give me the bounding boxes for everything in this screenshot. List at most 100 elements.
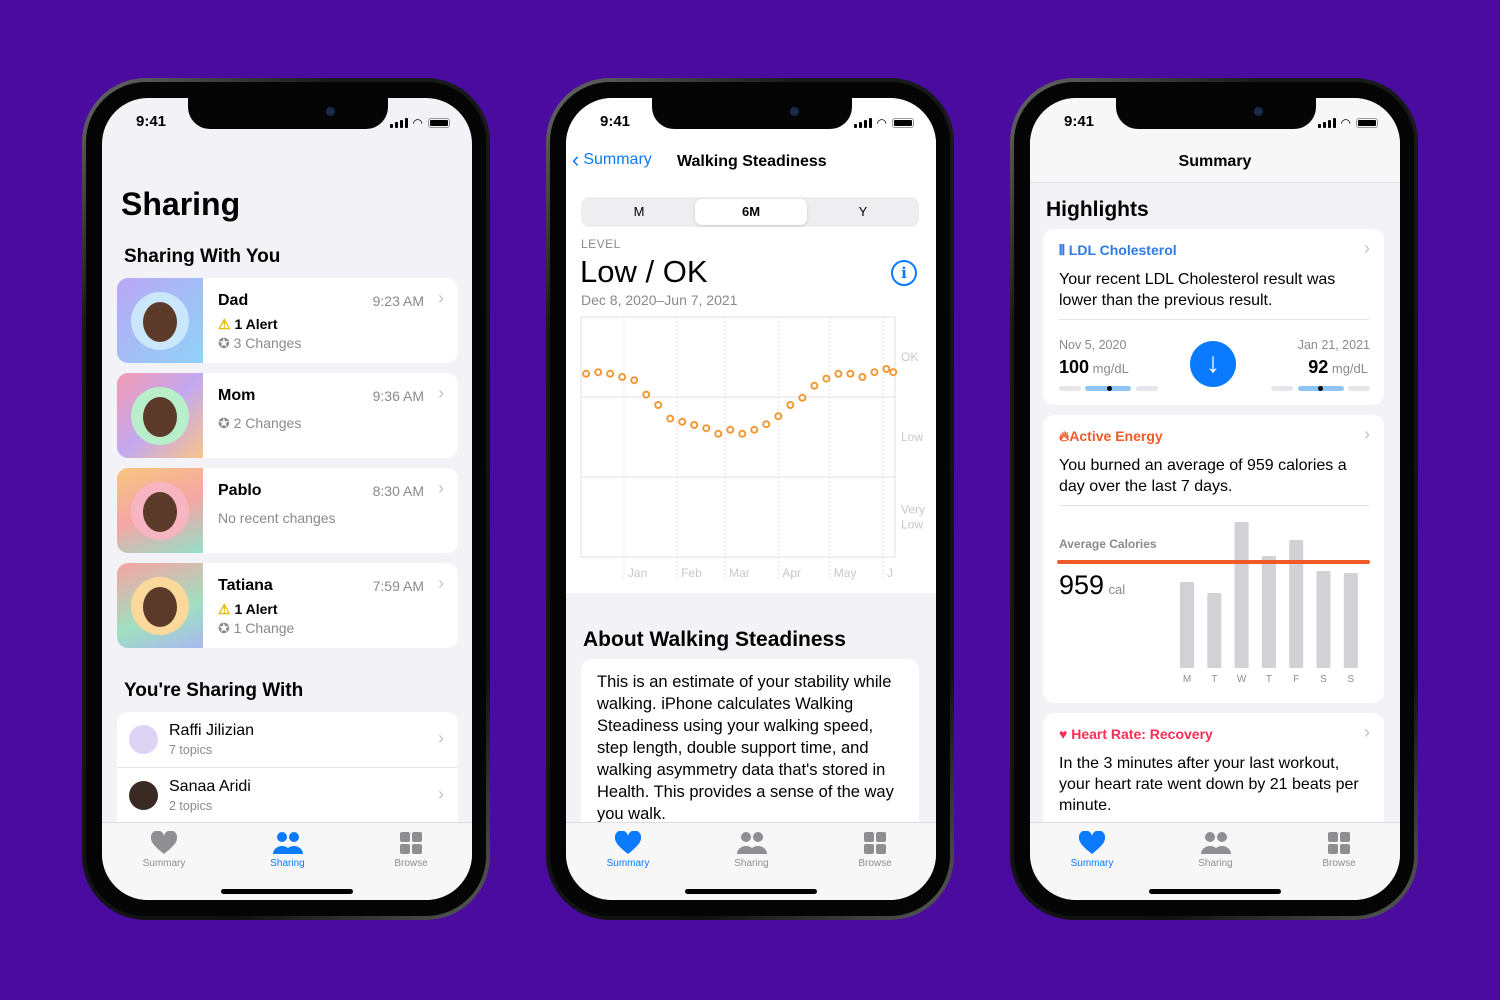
chevron-right-icon: › <box>1364 424 1370 444</box>
page-title: Sharing <box>121 186 241 222</box>
avatar-panel <box>117 563 203 648</box>
data-point <box>846 369 855 378</box>
day-label: M <box>1183 674 1191 685</box>
segment-6m[interactable]: 6M <box>695 199 807 225</box>
x-tick-label: Mar <box>729 566 750 580</box>
data-point <box>882 365 891 373</box>
grid-icon <box>1299 831 1379 855</box>
avatar <box>129 781 158 810</box>
status-time: 9:41 <box>600 113 631 130</box>
data-point <box>834 369 843 378</box>
heart-text: In the 3 minutes after your last workout… <box>1059 755 1359 814</box>
memoji-face <box>143 302 177 342</box>
tab-browse[interactable]: Browse <box>835 831 915 869</box>
chevron-left-icon: ‹ <box>572 147 580 172</box>
info-icon[interactable]: i <box>891 260 917 286</box>
tab-summary[interactable]: Summary <box>588 831 668 869</box>
avatar-panel <box>117 373 203 458</box>
chevron-right-icon: › <box>438 573 444 593</box>
data-point <box>606 369 615 378</box>
wifi-icon: ◠ <box>1340 116 1351 130</box>
home-indicator <box>685 889 817 894</box>
segment-m[interactable]: M <box>583 199 695 225</box>
status-icons: ◠ <box>853 116 914 130</box>
avatar-panel <box>117 278 203 363</box>
tab-sharing[interactable]: Sharing <box>248 831 328 869</box>
x-tick-label: May <box>834 566 857 580</box>
status-icons: ◠ <box>389 116 450 130</box>
sharing-screen: 9:41 ◠ Sharing Sharing With You Dad 9:23 … <box>102 98 472 900</box>
person-time: 7:59 AM <box>372 578 424 594</box>
data-point <box>889 368 898 377</box>
data-point <box>714 429 723 438</box>
data-point <box>654 401 663 409</box>
calorie-bar <box>1289 540 1304 668</box>
tab-summary[interactable]: Summary <box>124 831 204 869</box>
back-button[interactable]: ‹ Summary <box>572 147 652 172</box>
about-title: About Walking Steadiness <box>583 628 846 651</box>
avatar <box>129 725 158 754</box>
data-point <box>786 401 795 409</box>
people-icon <box>712 831 792 855</box>
test-tube-icon: ⫴ <box>1059 242 1069 258</box>
notch <box>1116 98 1316 129</box>
ldl-prev-value: 100 mg/dL <box>1059 357 1129 377</box>
tab-sharing[interactable]: Sharing <box>712 831 792 869</box>
battery-icon <box>1356 118 1378 128</box>
segment-y[interactable]: Y <box>807 199 919 225</box>
nav-title: Walking Steadiness <box>677 153 827 170</box>
contact-row[interactable]: Sanaa Aridi 2 topics › <box>117 767 458 822</box>
person-card[interactable]: Dad 9:23 AM › ⚠ 1 Alert ✪ 3 Changes <box>117 278 458 363</box>
memoji-face <box>143 587 177 627</box>
tab-sharing[interactable]: Sharing <box>1176 831 1256 869</box>
warning-icon: ⚠ <box>218 601 235 617</box>
chevron-right-icon: › <box>1364 238 1370 258</box>
ldl-text: Your recent LDL Cholesterol result was l… <box>1059 271 1336 309</box>
home-indicator <box>1149 889 1281 894</box>
ldl-curr-value: 92 mg/dL <box>1308 357 1368 377</box>
day-label: W <box>1237 674 1247 685</box>
data-point <box>822 374 831 383</box>
tab-summary[interactable]: Summary <box>1052 831 1132 869</box>
heart-icon: ♥ <box>1059 726 1072 742</box>
person-card[interactable]: Tatiana 7:59 AM › ⚠ 1 Alert ✪ 1 Change <box>117 563 458 648</box>
signal-icon <box>853 118 872 128</box>
heart-icon <box>588 831 668 855</box>
data-point <box>774 412 783 421</box>
contact-row[interactable]: Raffi Jilizian 7 topics › <box>117 712 458 767</box>
person-name: Dad <box>218 292 249 309</box>
chevron-right-icon: › <box>1364 722 1370 742</box>
warning-icon: ⚠ <box>218 316 235 332</box>
summary-screen: 9:41 ◠ Summary Highlights ⫴ LDL Choleste… <box>1030 98 1400 900</box>
heart-rate-card[interactable]: ♥ Heart Rate: Recovery › In the 3 minute… <box>1043 713 1384 833</box>
ldl-title: ⫴ LDL Cholesterol <box>1059 242 1177 258</box>
tab-browse[interactable]: Browse <box>1299 831 1379 869</box>
ldl-curr-date: Jan 21, 2021 <box>1297 338 1370 352</box>
active-energy-card[interactable]: 🔥︎Active Energy › You burned an average … <box>1043 415 1384 703</box>
flame-icon: 🔥︎ <box>1059 428 1070 444</box>
person-card[interactable]: Pablo 8:30 AM › No recent changes <box>117 468 458 553</box>
chevron-right-icon: › <box>438 728 444 748</box>
energy-text: You burned an average of 959 calories a … <box>1059 457 1347 495</box>
changes-row: ✪ 3 Changes <box>218 335 302 351</box>
tab-browse[interactable]: Browse <box>371 831 451 869</box>
data-point <box>870 368 879 377</box>
person-time: 8:30 AM <box>372 483 424 499</box>
contacts-list: Raffi Jilizian 7 topics › Sanaa Aridi 2 topi… <box>117 712 458 832</box>
changes-row: ✪ 1 Change <box>218 620 295 636</box>
data-point <box>750 425 759 434</box>
calorie-bar <box>1316 570 1331 668</box>
day-label: T <box>1211 674 1217 685</box>
person-card[interactable]: Mom 9:36 AM › ✪ 2 Changes <box>117 373 458 458</box>
status-time: 9:41 <box>136 113 167 130</box>
battery-icon <box>428 118 450 128</box>
person-time: 9:36 AM <box>372 388 424 404</box>
ldl-card[interactable]: ⫴ LDL Cholesterol › Your recent LDL Chol… <box>1043 229 1384 405</box>
data-point <box>630 376 639 385</box>
data-point <box>666 414 675 423</box>
data-point <box>678 417 687 426</box>
data-point <box>582 369 591 378</box>
day-label: S <box>1320 674 1327 685</box>
person-time: 9:23 AM <box>372 293 424 309</box>
person-name: Tatiana <box>218 577 273 594</box>
